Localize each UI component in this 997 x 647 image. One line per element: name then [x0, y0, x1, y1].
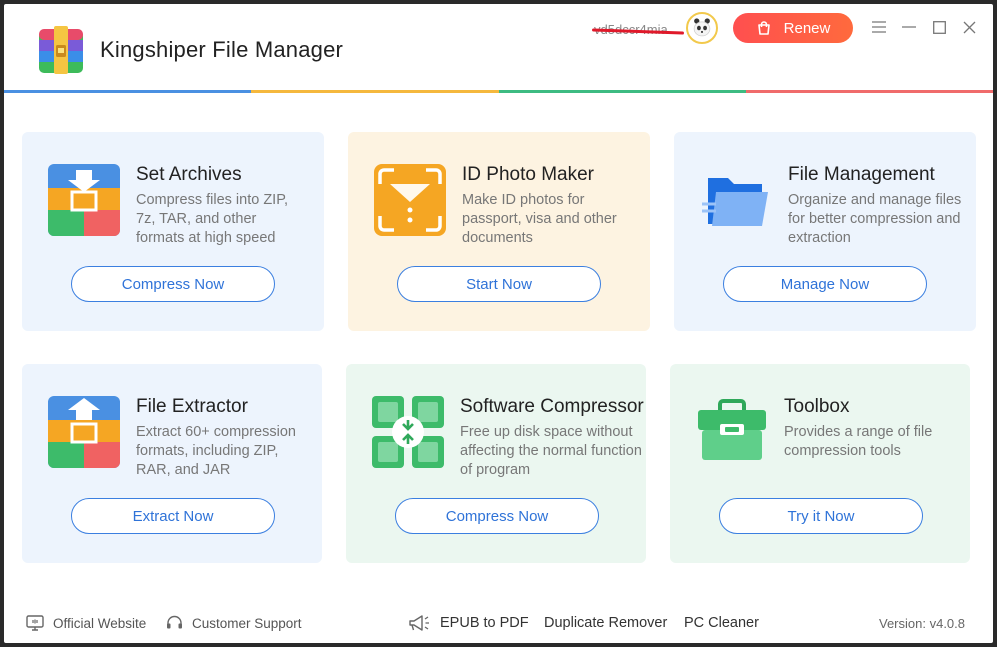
archive-compress-icon: [48, 164, 120, 236]
software-compress-icon: [372, 396, 444, 468]
card-title: Software Compressor: [460, 396, 644, 417]
app-logo-icon: [39, 26, 83, 74]
card-file-extractor: File Extractor Extract 60+ compression f…: [22, 364, 322, 563]
card-description: Organize and manage files for better com…: [788, 192, 962, 246]
epub-to-pdf-link[interactable]: EPUB to PDF: [440, 615, 529, 631]
app-title: Kingshiper File Manager: [100, 37, 344, 62]
id-photo-icon: [374, 164, 446, 236]
card-description: Free up disk space without affecting the…: [460, 424, 642, 478]
card-file-management: File Management Organize and manage file…: [674, 132, 976, 331]
official-website-label: Official Website: [53, 615, 147, 631]
version-label: Version: v4.0.8: [879, 616, 965, 631]
official-website-link[interactable]: Official Website: [26, 615, 146, 631]
compress-now-button[interactable]: Compress Now: [395, 498, 599, 534]
header-accent-line: [4, 90, 993, 93]
customer-support-link[interactable]: Customer Support: [166, 615, 302, 631]
close-icon[interactable]: [960, 18, 978, 36]
customer-support-label: Customer Support: [192, 615, 302, 631]
folder-icon: [702, 178, 768, 226]
card-title: Toolbox: [784, 396, 850, 417]
menu-icon[interactable]: [870, 18, 888, 36]
card-description: Compress files into ZIP, 7z, TAR, and ot…: [136, 192, 289, 246]
megaphone-icon: [409, 615, 429, 631]
archive-extract-icon: [48, 396, 120, 468]
card-title: File Extractor: [136, 396, 248, 417]
card-title: ID Photo Maker: [462, 164, 594, 185]
extract-now-button[interactable]: Extract Now: [71, 498, 275, 534]
start-now-button[interactable]: Start Now: [397, 266, 601, 302]
card-description: Extract 60+ compression formats, includi…: [136, 424, 296, 478]
card-set-archives: Set Archives Compress files into ZIP, 7z…: [22, 132, 324, 331]
maximize-icon[interactable]: [930, 18, 948, 36]
duplicate-remover-link[interactable]: Duplicate Remover: [544, 615, 667, 631]
card-title: Set Archives: [136, 164, 242, 185]
card-toolbox: Toolbox Provides a range of file compres…: [670, 364, 970, 563]
shopping-bag-icon: [757, 21, 770, 35]
pc-cleaner-link[interactable]: PC Cleaner: [684, 615, 759, 631]
header: Kingshiper File Manager vd5dccr4mia Rene…: [4, 4, 993, 93]
compress-now-button[interactable]: Compress Now: [71, 266, 275, 302]
try-it-now-button[interactable]: Try it Now: [719, 498, 923, 534]
toolbox-icon: [698, 399, 766, 460]
headset-icon: [167, 615, 182, 629]
card-id-photo-maker: ID Photo Maker Make ID photos for passpo…: [348, 132, 650, 331]
renew-label: Renew: [783, 19, 831, 37]
footer: Official Website Customer Support EPUB t…: [4, 604, 993, 640]
app-window: Kingshiper File Manager vd5dccr4mia Rene…: [4, 4, 993, 643]
card-software-compressor: Software Compressor Free up disk space w…: [346, 364, 646, 563]
renew-button[interactable]: Renew: [733, 13, 853, 43]
avatar[interactable]: [686, 12, 718, 44]
monitor-icon: [26, 615, 44, 631]
card-description: Provides a range of file compression too…: [784, 424, 933, 459]
manage-now-button[interactable]: Manage Now: [723, 266, 927, 302]
minimize-icon[interactable]: [900, 18, 918, 36]
card-title: File Management: [788, 164, 935, 185]
card-description: Make ID photos for passport, visa and ot…: [462, 192, 617, 246]
